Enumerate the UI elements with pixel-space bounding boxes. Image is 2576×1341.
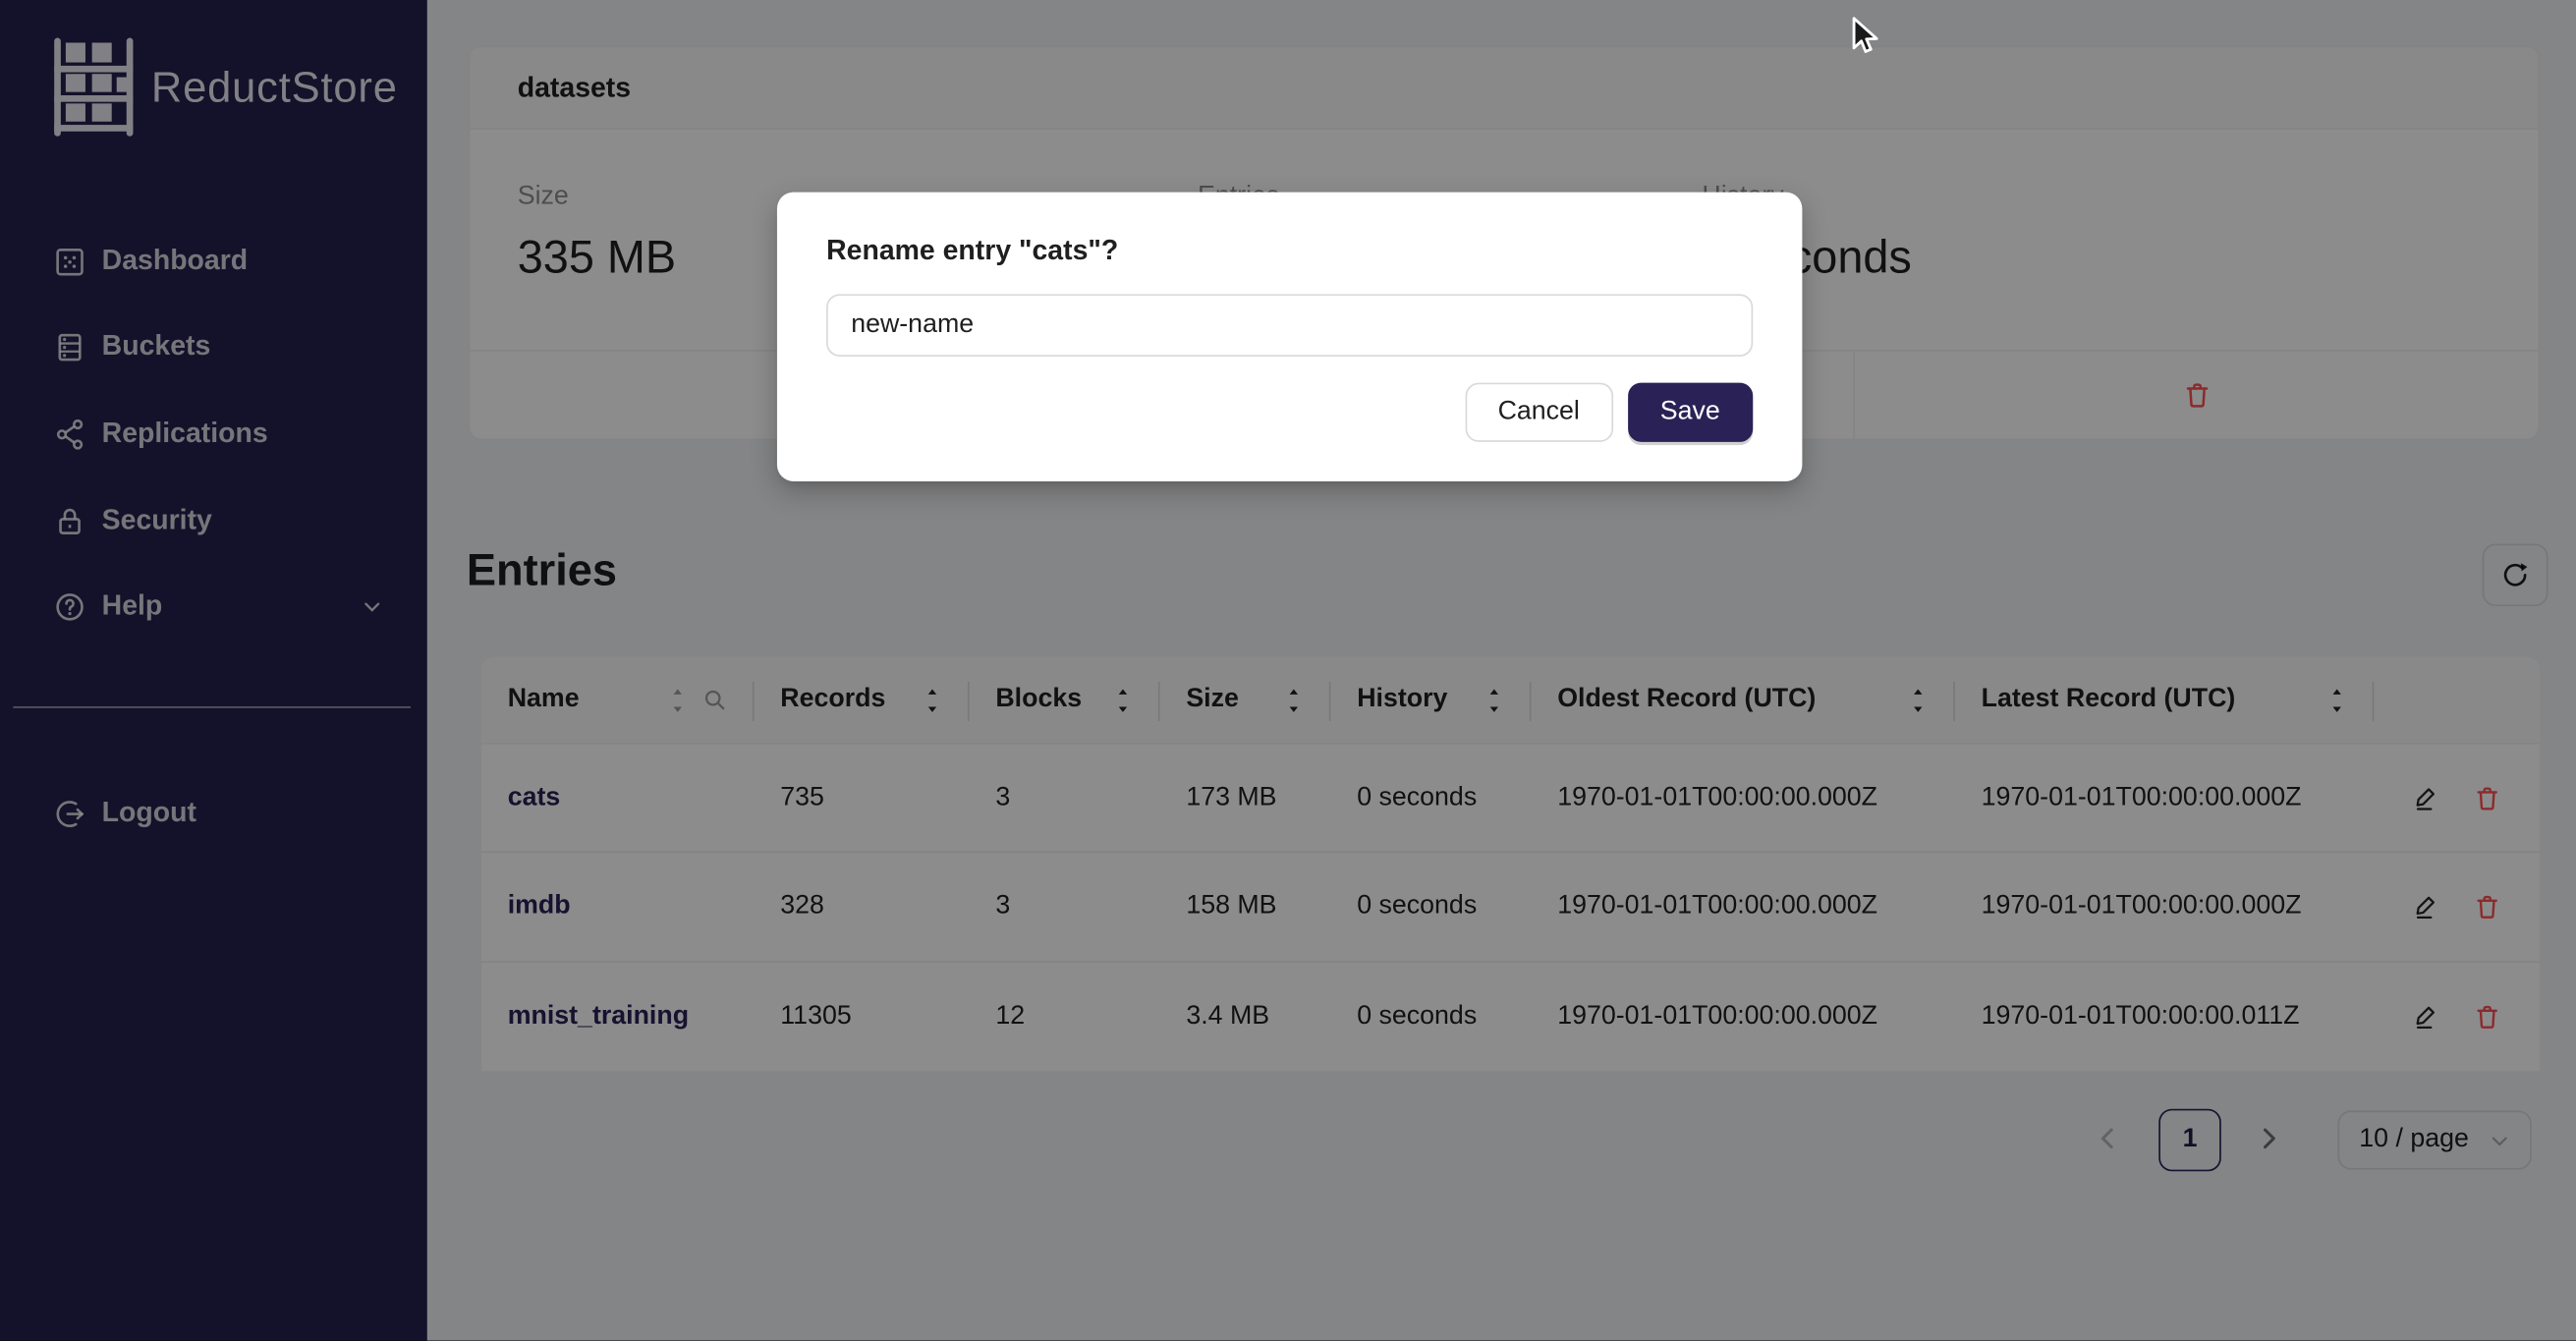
save-button[interactable]: Save [1627, 383, 1753, 442]
entry-name-input[interactable] [826, 294, 1753, 357]
cancel-button[interactable]: Cancel [1465, 383, 1612, 442]
rename-entry-modal: Rename entry "cats"? Cancel Save [777, 193, 1802, 481]
app-root: ReductStore Dashboard [0, 0, 2576, 1341]
modal-footer: Cancel Save [826, 383, 1753, 442]
modal-title: Rename entry "cats"? [826, 235, 1753, 267]
